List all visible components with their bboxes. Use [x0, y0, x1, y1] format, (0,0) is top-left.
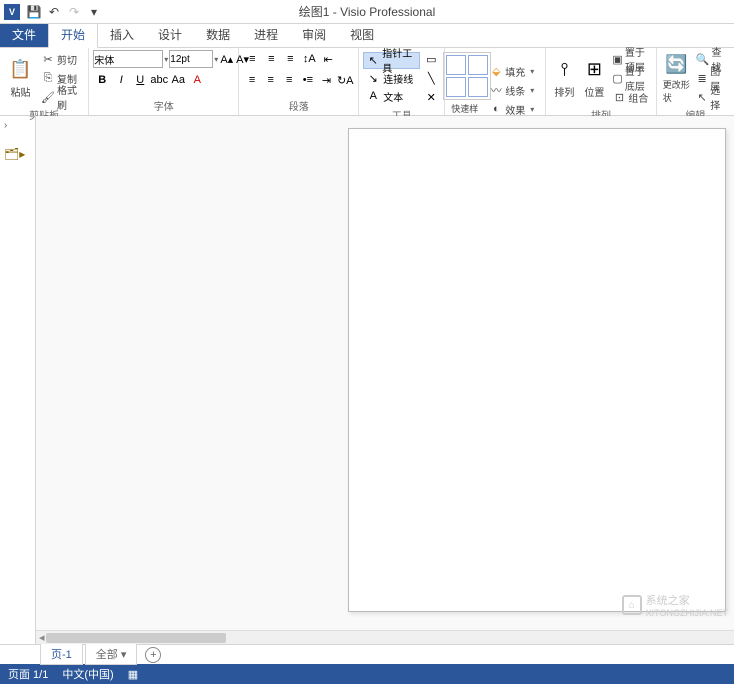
grow-font-button[interactable]: A▴ — [219, 50, 234, 68]
title-bar: V 💾 ↶ ↷ ▾ 绘图1 - Visio Professional — [0, 0, 734, 24]
scissors-icon: ✂ — [41, 52, 55, 66]
horizontal-scrollbar[interactable]: ◂ — [36, 630, 734, 644]
freeform-tool-button[interactable]: ✕ — [422, 88, 440, 106]
orientation-button[interactable]: ↕A — [300, 50, 318, 68]
tab-file[interactable]: 文件 — [0, 22, 48, 47]
pointer-tool-button[interactable]: ↖指针工具 — [363, 52, 420, 69]
group-tools: ↖指针工具 ↘连接线 A文本 ▭ ╲ ✕ 工具 — [359, 48, 445, 115]
align-center-button[interactable]: ≡ — [262, 71, 280, 89]
group-label-font: 字体 — [93, 97, 234, 113]
underline-button[interactable]: U — [131, 71, 149, 89]
redo-button[interactable]: ↷ — [64, 2, 84, 22]
line-button[interactable]: 〰线条▾ — [487, 81, 539, 99]
position-icon: ⊞ — [582, 58, 606, 82]
add-page-button[interactable]: + — [145, 647, 161, 663]
group-label-paragraph: 段落 — [243, 97, 354, 113]
indent-inc-button[interactable]: ⇥ — [318, 71, 336, 89]
fill-button[interactable]: ⬙填充▾ — [487, 62, 539, 80]
tab-view[interactable]: 视图 — [338, 22, 386, 47]
text-tool-button[interactable]: A文本 — [363, 88, 420, 105]
panel-collapse-chevron[interactable]: › — [4, 120, 31, 131]
qat-dropdown[interactable]: ▾ — [84, 2, 104, 22]
page-tabs-bar: 页-1 全部 ▾ + — [0, 644, 734, 664]
send-back-icon: ▢ — [612, 71, 622, 85]
copy-icon: ⎘ — [41, 71, 55, 85]
undo-button[interactable]: ↶ — [44, 2, 64, 22]
drawing-page[interactable] — [348, 128, 726, 612]
brush-icon: 🖌 — [41, 90, 55, 104]
group-button[interactable]: ⊡组合 — [610, 88, 651, 106]
font-size-select[interactable] — [169, 50, 213, 68]
status-bar: 页面 1/1 中文(中国) ▦ — [0, 664, 734, 684]
align-icon: ⫯ — [552, 58, 576, 82]
save-button[interactable]: 💾 — [24, 2, 44, 22]
text-case-button[interactable]: Aa — [169, 71, 187, 89]
effects-icon: ◐ — [489, 102, 503, 116]
align-left-button[interactable]: ≡ — [243, 71, 261, 89]
paste-button[interactable]: 📋 粘贴 — [4, 50, 37, 106]
tab-home[interactable]: 开始 — [48, 21, 98, 48]
canvas[interactable]: ◂ — [36, 116, 734, 644]
tab-insert[interactable]: 插入 — [98, 22, 146, 47]
position-button[interactable]: ⊞ 位置 — [580, 50, 608, 106]
change-shape-icon: 🔄 — [664, 52, 688, 76]
macro-record-icon[interactable]: ▦ — [128, 668, 138, 681]
italic-button[interactable]: I — [112, 71, 130, 89]
align-bottom-button[interactable]: ≡ — [281, 50, 299, 68]
layers-icon: ≣ — [696, 71, 708, 85]
rectangle-tool-button[interactable]: ▭ — [422, 50, 440, 68]
line-icon: 〰 — [489, 83, 503, 97]
align-right-button[interactable]: ≡ — [280, 71, 298, 89]
font-name-dropdown[interactable]: ▾ — [164, 55, 168, 64]
bullets-button[interactable]: •≡ — [299, 71, 317, 89]
fill-icon: ⬙ — [489, 64, 503, 78]
tab-design[interactable]: 设计 — [146, 22, 194, 47]
line-tool-button[interactable]: ╲ — [422, 69, 440, 87]
rotate-text-button[interactable]: ↻A — [336, 71, 354, 89]
font-name-select[interactable] — [93, 50, 163, 68]
align-top-button[interactable]: ≡ — [243, 50, 261, 68]
ribbon: 📋 粘贴 ✂剪切 ⎘复制 🖌格式刷 剪贴板 ▾ ▾ A▴ A▾ B — [0, 48, 734, 116]
tab-review[interactable]: 审阅 — [290, 22, 338, 47]
search-icon: 🔍 — [696, 52, 710, 66]
font-size-dropdown[interactable]: ▾ — [214, 55, 218, 64]
send-back-button[interactable]: ▢置于底层 — [610, 69, 651, 87]
cut-button[interactable]: ✂剪切 — [39, 50, 84, 68]
text-icon: A — [366, 89, 380, 103]
group-editing: 🔄 更改形状 🔍查找 ≣图层 ↖选择 编辑 — [657, 48, 734, 115]
group-paragraph: ≡ ≡ ≡ ↕A ⇤ ≡ ≡ ≡ •≡ ⇥ ↻A 段落 — [239, 48, 359, 115]
tab-data[interactable]: 数据 — [194, 22, 242, 47]
align-middle-button[interactable]: ≡ — [262, 50, 280, 68]
status-page: 页面 1/1 — [8, 666, 48, 682]
strike-button[interactable]: abc — [150, 71, 168, 89]
shapes-panel: › 🗂▸ — [0, 116, 36, 644]
group-font: ▾ ▾ A▴ A▾ B I U abc Aa A 字体 — [89, 48, 239, 115]
tab-process[interactable]: 进程 — [242, 22, 290, 47]
workspace: › 🗂▸ ◂ — [0, 116, 734, 644]
bring-front-icon: ▣ — [612, 52, 622, 66]
connector-tool-button[interactable]: ↘连接线 — [363, 70, 420, 87]
connector-icon: ↘ — [366, 71, 380, 85]
indent-dec-button[interactable]: ⇤ — [319, 50, 337, 68]
bold-button[interactable]: B — [93, 71, 111, 89]
status-language[interactable]: 中文(中国) — [62, 666, 113, 682]
font-color-button[interactable]: A — [188, 71, 206, 89]
group-clipboard: 📋 粘贴 ✂剪切 ⎘复制 🖌格式刷 剪贴板 — [0, 48, 89, 115]
change-shape-button[interactable]: 🔄 更改形状 — [661, 50, 692, 106]
app-icon: V — [4, 4, 20, 20]
scroll-thumb[interactable] — [46, 633, 226, 643]
paste-icon: 📋 — [8, 58, 32, 82]
select-icon: ↖ — [696, 90, 708, 104]
stencil-icon[interactable]: 🗂▸ — [4, 147, 31, 161]
style-gallery-icon — [443, 52, 491, 100]
group-shape-styles: 快速样式 ⬙填充▾ 〰线条▾ ◐效果▾ 形状样式 — [445, 48, 546, 115]
window-title: 绘图1 - Visio Professional — [299, 3, 436, 20]
group-icon: ⊡ — [612, 90, 626, 104]
pointer-icon: ↖ — [367, 53, 379, 67]
align-button[interactable]: ⫯ 排列 — [550, 50, 578, 106]
group-arrange: ⫯ 排列 ⊞ 位置 ▣置于顶层 ▢置于底层 ⊡组合 排列 — [546, 48, 656, 115]
select-button[interactable]: ↖选择 — [694, 88, 730, 106]
format-painter-button[interactable]: 🖌格式刷 — [39, 88, 84, 106]
